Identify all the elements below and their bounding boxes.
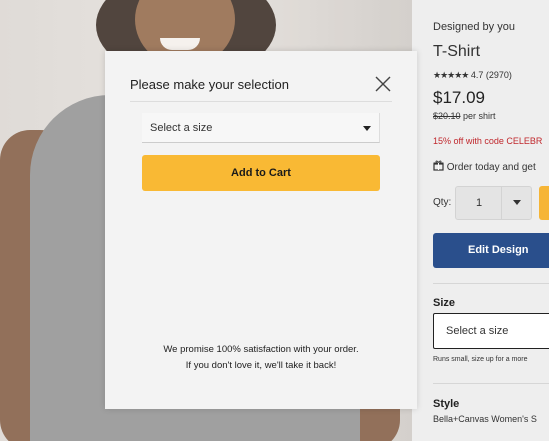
designed-by-label: Designed by you xyxy=(433,21,515,33)
old-price: $20.10 per shirt xyxy=(433,111,496,121)
quantity-value: 1 xyxy=(476,197,483,209)
size-heading: Size xyxy=(433,297,456,309)
star-rating-icon: ★★★★★ xyxy=(433,70,469,80)
order-info: Order today and get xyxy=(433,160,536,173)
size-select[interactable]: Select a size xyxy=(433,313,549,349)
divider xyxy=(130,101,392,102)
edit-design-button[interactable]: Edit Design xyxy=(433,233,549,268)
divider xyxy=(433,283,549,284)
quantity-select[interactable]: 1 xyxy=(455,186,532,220)
caret-down-icon xyxy=(363,126,371,131)
promise-line-1: We promise 100% satisfaction with your o… xyxy=(163,344,359,355)
gift-icon xyxy=(433,160,447,173)
qty-label: Qty: xyxy=(433,197,452,208)
divider xyxy=(433,383,549,384)
product-title: T-Shirt xyxy=(433,43,481,60)
satisfaction-promise: We promise 100% satisfaction with your o… xyxy=(105,342,417,374)
order-text: Order today and get xyxy=(446,162,536,173)
size-note: Runs small, size up for a more xyxy=(433,356,528,363)
selection-modal: Please make your selection Select a size… xyxy=(105,51,417,409)
promise-line-2: If you don't love it, we'll take it back… xyxy=(185,360,337,371)
add-to-cart-button[interactable]: Add to Cart xyxy=(142,155,380,191)
add-to-cart-button-partial[interactable] xyxy=(539,186,549,220)
size-select-placeholder: Select a size xyxy=(150,122,213,134)
rating[interactable]: ★★★★★ 4.7 (2970) xyxy=(433,70,512,81)
modal-title: Please make your selection xyxy=(130,77,289,92)
old-price-value: $20.10 xyxy=(433,111,461,121)
product-panel xyxy=(412,0,549,441)
chevron-down-icon[interactable] xyxy=(501,187,531,219)
close-icon[interactable] xyxy=(373,74,393,94)
style-value[interactable]: Bella+Canvas Women's S xyxy=(433,414,537,424)
promo-text: 15% off with code CELEBR xyxy=(433,136,543,146)
per-unit-label: per shirt xyxy=(463,111,496,121)
price: $17.09 xyxy=(433,88,485,107)
style-heading: Style xyxy=(433,398,460,410)
rating-count: 4.7 (2970) xyxy=(470,70,512,80)
size-select-modal[interactable]: Select a size xyxy=(142,113,380,143)
